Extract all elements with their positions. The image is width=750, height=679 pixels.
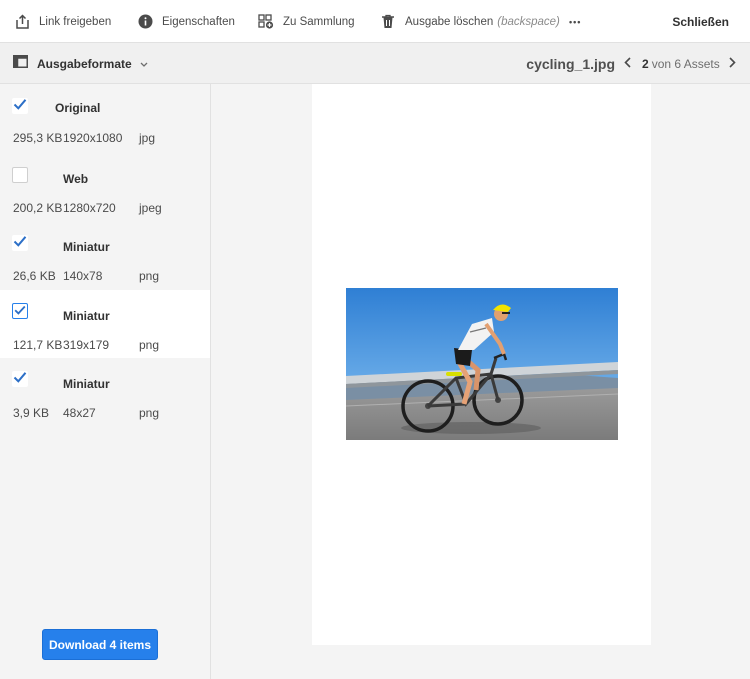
rendition-checkbox[interactable] <box>12 371 28 387</box>
rendition-dimensions: 319x179 <box>63 338 110 352</box>
checkmark-icon <box>13 370 27 388</box>
pager-current: 2 <box>642 56 649 71</box>
download-button[interactable]: Download 4 items <box>42 629 158 660</box>
rendition-size: 200,2 KB <box>13 201 63 215</box>
rendition-name: Miniatur <box>63 377 110 391</box>
more-actions-button[interactable]: ••• <box>569 0 581 43</box>
rendition-dimensions: 48x27 <box>63 406 96 420</box>
asset-title: cycling_1.jpg <box>526 55 615 72</box>
checkmark-icon <box>13 234 27 252</box>
rendition-dimensions: 1920x1080 <box>63 131 123 145</box>
chevron-left-icon <box>623 55 631 73</box>
rendition-item-selected[interactable]: Miniatur 121,7 KB 319x179 png <box>0 290 210 358</box>
delete-rendition-button[interactable]: Ausgabe löschen (backspace) <box>380 0 560 43</box>
rendition-item[interactable]: Miniatur 3,9 KB 48x27 png <box>0 359 210 427</box>
rendition-size: 295,3 KB <box>13 131 63 145</box>
rendition-format: png <box>139 406 160 420</box>
rendition-size: 26,6 KB <box>13 269 56 283</box>
more-icon: ••• <box>569 16 582 27</box>
asset-preview <box>211 84 750 679</box>
rendition-item[interactable]: Miniatur 26,6 KB 140x78 png <box>0 222 210 290</box>
add-to-collection-button[interactable]: Zu Sammlung <box>258 0 355 43</box>
rendition-checkbox[interactable] <box>12 98 28 114</box>
rendition-format: jpeg <box>139 201 162 215</box>
delete-shortcut-hint: (backspace) <box>497 15 560 28</box>
share-link-button[interactable]: Link freigeben <box>14 0 111 43</box>
rendition-checkbox[interactable] <box>12 167 28 183</box>
chevron-down-icon <box>140 59 148 69</box>
preview-canvas <box>312 84 651 645</box>
asset-pager: 2 von 6 Assets <box>642 43 720 84</box>
rendition-dimensions: 140x78 <box>63 269 103 283</box>
add-to-collection-label: Zu Sammlung <box>283 15 355 28</box>
rendition-format: png <box>139 269 160 283</box>
rendition-size: 3,9 KB <box>13 406 50 420</box>
next-asset-button[interactable] <box>725 43 739 84</box>
chevron-right-icon <box>728 55 736 73</box>
rendition-item[interactable]: Web 200,2 KB 1280x720 jpeg <box>0 153 210 221</box>
rendition-dimensions: 1280x720 <box>63 201 116 215</box>
rendition-item[interactable]: Original 295,3 KB 1920x1080 jpg <box>0 84 210 152</box>
close-button[interactable]: Schließen <box>672 0 729 43</box>
rendition-name: Original <box>55 101 101 115</box>
cycling-photo[interactable] <box>346 288 618 440</box>
rendition-name: Web <box>63 172 89 186</box>
previous-asset-button[interactable] <box>620 43 634 84</box>
share-icon <box>14 14 30 30</box>
action-bar: Link freigeben Eigenschaften Zu Sammlung… <box>0 0 750 43</box>
rail-selector[interactable]: Ausgabeformate <box>13 43 148 84</box>
rail-toggle-icon <box>13 54 28 73</box>
rendition-name: Miniatur <box>63 309 110 323</box>
share-link-label: Link freigeben <box>39 15 112 28</box>
checkmark-icon <box>13 97 27 115</box>
renditions-rail: Original 295,3 KB 1920x1080 jpg Web 200,… <box>0 84 211 679</box>
delete-rendition-label: Ausgabe löschen <box>405 15 494 28</box>
rail-selector-label: Ausgabeformate <box>37 56 132 71</box>
properties-button[interactable]: Eigenschaften <box>137 0 235 43</box>
info-icon <box>137 14 153 30</box>
pager-total: von 6 Assets <box>651 56 720 71</box>
rendition-checkbox[interactable] <box>12 235 28 251</box>
rendition-size: 121,7 KB <box>13 338 63 352</box>
rendition-format: jpg <box>139 131 156 145</box>
rendition-checkbox[interactable] <box>12 303 28 319</box>
rendition-name: Miniatur <box>63 240 110 254</box>
trash-icon <box>380 14 396 30</box>
collection-add-icon <box>258 14 274 30</box>
rendition-format: png <box>139 338 160 352</box>
properties-label: Eigenschaften <box>162 15 235 28</box>
header-bar: Ausgabeformate cycling_1.jpg 2 von 6 Ass… <box>0 43 750 84</box>
checkmark-icon <box>14 302 26 320</box>
